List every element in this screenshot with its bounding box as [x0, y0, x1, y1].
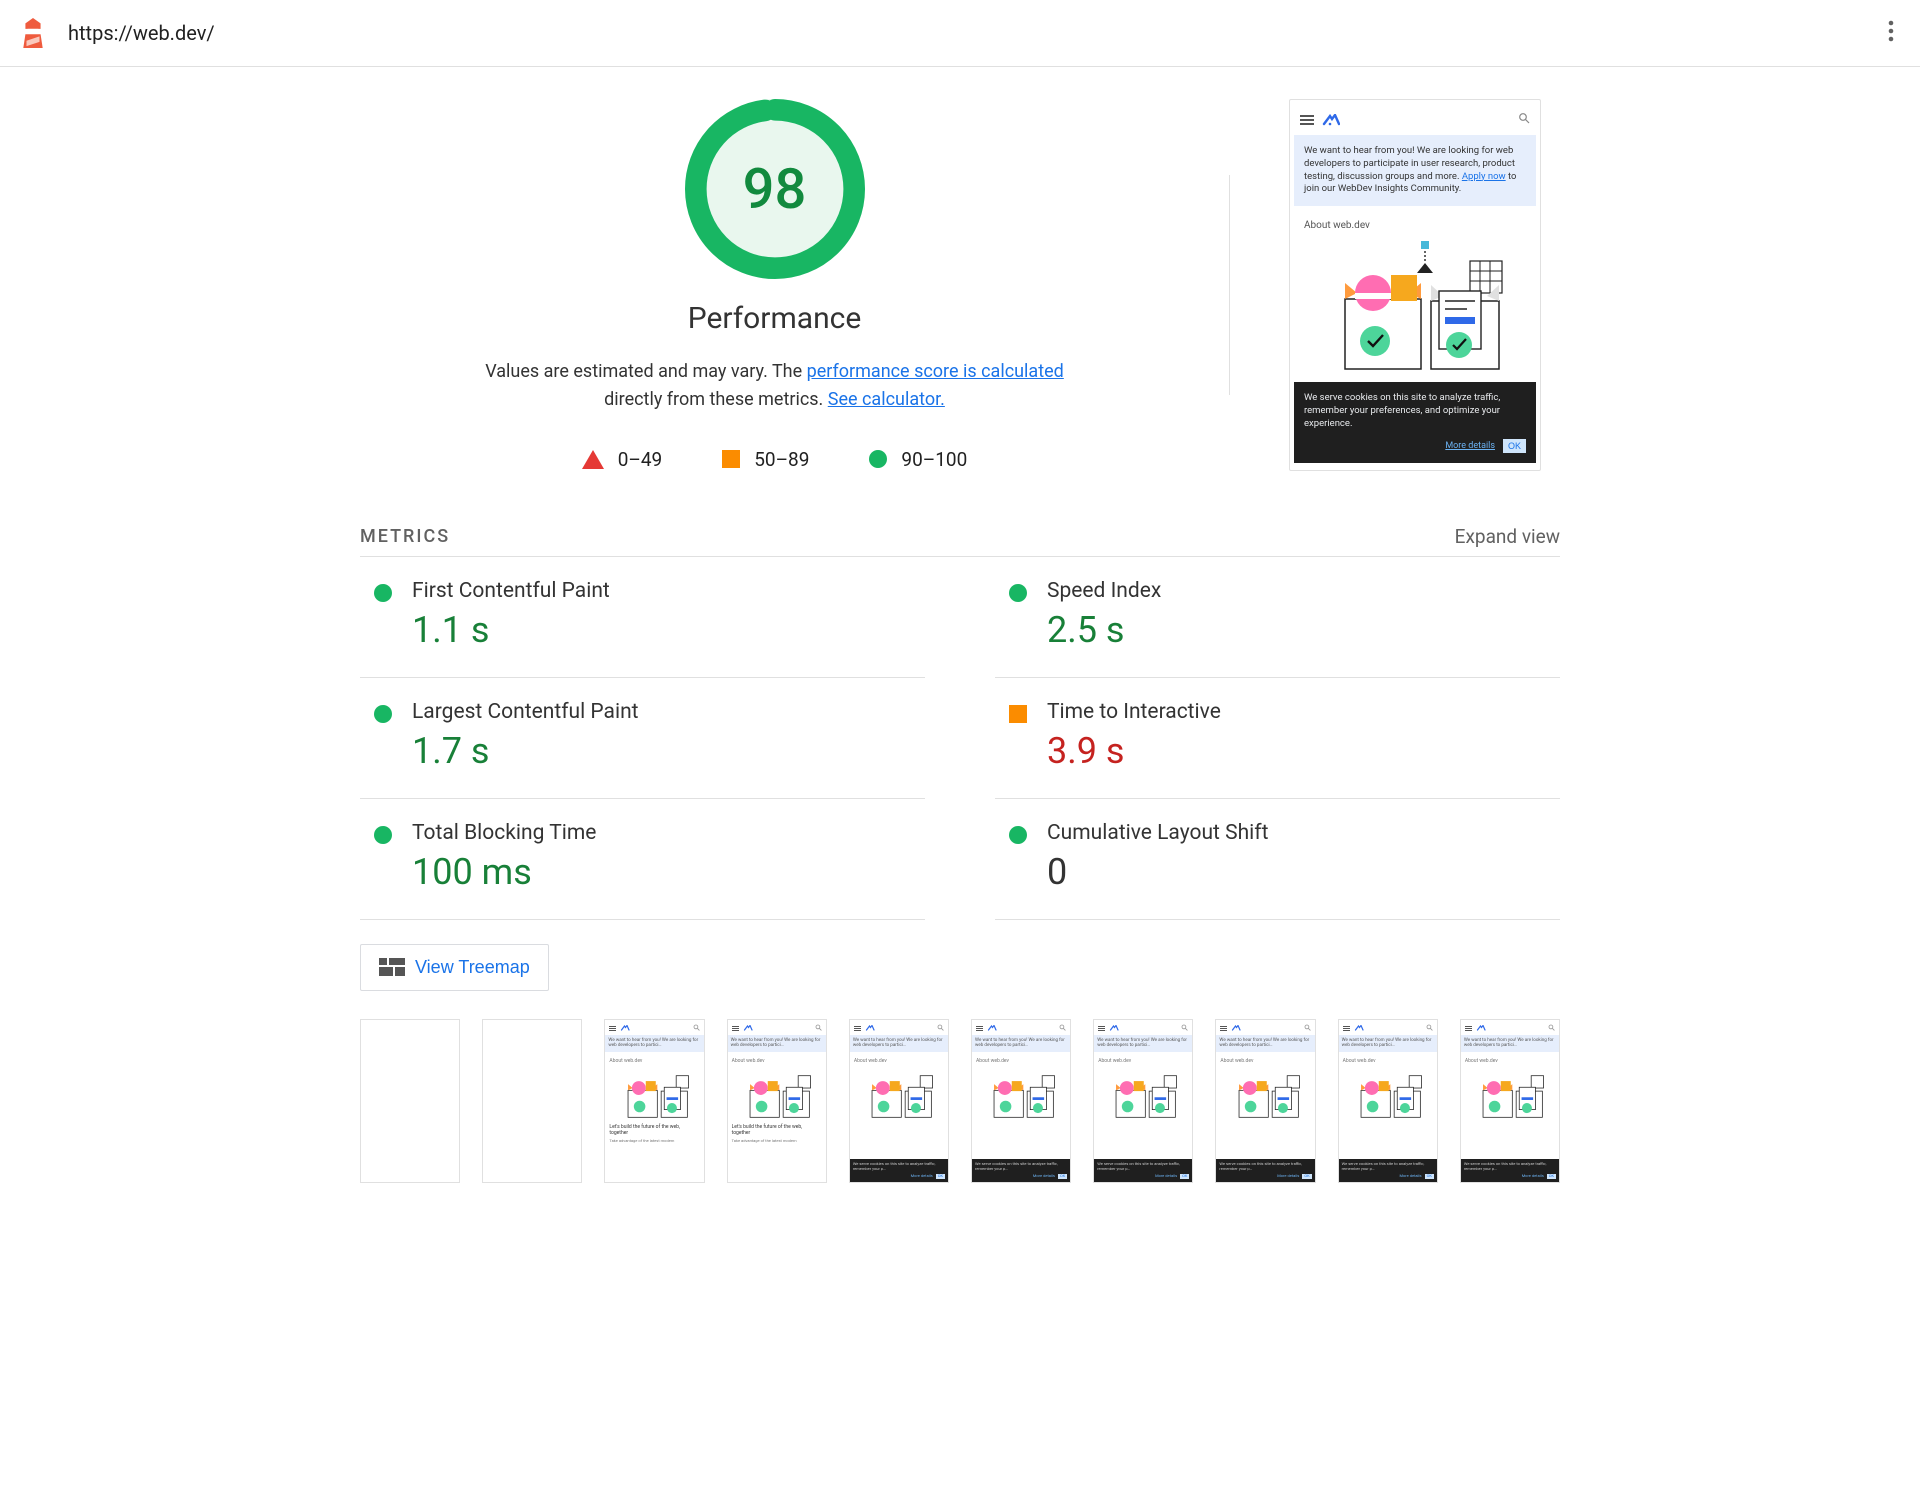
- final-screenshot: We want to hear from you! We are looking…: [1289, 99, 1541, 471]
- filmstrip-frame[interactable]: We want to hear from you! We are looking…: [849, 1019, 949, 1183]
- preview-ok-button: OK: [1503, 439, 1526, 453]
- search-icon: [1518, 112, 1530, 127]
- circle-green-icon: [374, 705, 392, 723]
- metric-value: 0: [1047, 851, 1268, 893]
- view-treemap-button[interactable]: View Treemap: [360, 944, 549, 991]
- metric-tti: Time to Interactive 3.9 s: [995, 678, 1560, 799]
- logo-icon: [1322, 114, 1340, 126]
- legend-fail: 0–49: [582, 448, 663, 471]
- filmstrip-frame[interactable]: [360, 1019, 460, 1183]
- circle-green-icon: [869, 450, 887, 468]
- metric-name: Cumulative Layout Shift: [1047, 821, 1268, 845]
- legend-average: 50–89: [722, 448, 809, 471]
- filmstrip-frame[interactable]: We want to hear from you! We are looking…: [1215, 1019, 1315, 1183]
- square-orange-icon: [1009, 705, 1027, 723]
- filmstrip-frame[interactable]: We want to hear from you! We are looking…: [1338, 1019, 1438, 1183]
- see-calculator-link[interactable]: See calculator.: [828, 389, 945, 410]
- report-url[interactable]: https://web.dev/: [68, 21, 1882, 45]
- preview-banner-link: Apply now: [1462, 171, 1506, 182]
- filmstrip-frame[interactable]: [482, 1019, 582, 1183]
- treemap-icon: [379, 958, 405, 976]
- preview-banner: We want to hear from you! We are looking…: [1294, 135, 1536, 206]
- lighthouse-icon: [20, 18, 46, 48]
- view-treemap-label: View Treemap: [415, 957, 530, 978]
- preview-cookie-text: We serve cookies on this site to analyze…: [1304, 392, 1526, 430]
- expand-view-toggle[interactable]: Expand view: [1455, 525, 1560, 548]
- metric-name: First Contentful Paint: [412, 579, 610, 603]
- topbar: https://web.dev/: [0, 0, 1920, 67]
- square-orange-icon: [722, 450, 740, 468]
- score-description: Values are estimated and may vary. The p…: [475, 358, 1075, 414]
- metric-name: Largest Contentful Paint: [412, 700, 639, 724]
- metric-value: 100 ms: [412, 851, 596, 893]
- performance-gauge: 98: [685, 99, 865, 279]
- metric-name: Time to Interactive: [1047, 700, 1221, 724]
- more-menu-icon[interactable]: [1882, 14, 1900, 52]
- metric-tbt: Total Blocking Time 100 ms: [360, 799, 925, 920]
- circle-green-icon: [374, 826, 392, 844]
- performance-score: 98: [685, 99, 865, 279]
- metrics-grid: First Contentful Paint 1.1 s Speed Index…: [360, 556, 1560, 920]
- menu-icon: [1300, 115, 1314, 125]
- preview-more-details: More details: [1445, 440, 1495, 452]
- metric-value: 1.1 s: [412, 609, 610, 651]
- filmstrip-frame[interactable]: We want to hear from you! We are looking…: [971, 1019, 1071, 1183]
- circle-green-icon: [1009, 584, 1027, 602]
- filmstrip-frame[interactable]: We want to hear from you! We are looking…: [604, 1019, 704, 1183]
- divider: [1229, 175, 1230, 395]
- perf-score-link[interactable]: performance score is calculated: [807, 361, 1064, 382]
- filmstrip: We want to hear from you! We are looking…: [360, 1019, 1560, 1203]
- metric-fcp: First Contentful Paint 1.1 s: [360, 557, 925, 678]
- metrics-section-title: METRICS: [360, 526, 450, 547]
- preview-illustration: [1294, 239, 1536, 382]
- metric-speed-index: Speed Index 2.5 s: [995, 557, 1560, 678]
- metric-name: Total Blocking Time: [412, 821, 596, 845]
- summary-section: 98 Performance Values are estimated and …: [360, 67, 1560, 481]
- legend-good: 90–100: [869, 448, 967, 471]
- legend-range: 0–49: [618, 448, 663, 471]
- score-legend: 0–49 50–89 90–100: [582, 448, 968, 471]
- metric-value: 1.7 s: [412, 730, 639, 772]
- preview-about-heading: About web.dev: [1294, 206, 1536, 239]
- circle-green-icon: [374, 584, 392, 602]
- filmstrip-frame[interactable]: We want to hear from you! We are looking…: [727, 1019, 827, 1183]
- metric-name: Speed Index: [1047, 579, 1161, 603]
- metric-cls: Cumulative Layout Shift 0: [995, 799, 1560, 920]
- triangle-red-icon: [582, 450, 604, 469]
- filmstrip-frame[interactable]: We want to hear from you! We are looking…: [1093, 1019, 1193, 1183]
- category-title: Performance: [688, 301, 862, 336]
- circle-green-icon: [1009, 826, 1027, 844]
- legend-range: 90–100: [901, 448, 967, 471]
- legend-range: 50–89: [754, 448, 809, 471]
- metric-value: 3.9 s: [1047, 730, 1221, 772]
- desc-text: directly from these metrics.: [604, 389, 828, 410]
- metric-value: 2.5 s: [1047, 609, 1161, 651]
- preview-cookie-bar: We serve cookies on this site to analyze…: [1294, 382, 1536, 462]
- filmstrip-frame[interactable]: We want to hear from you! We are looking…: [1460, 1019, 1560, 1183]
- metric-lcp: Largest Contentful Paint 1.7 s: [360, 678, 925, 799]
- desc-text: Values are estimated and may vary. The: [485, 361, 806, 382]
